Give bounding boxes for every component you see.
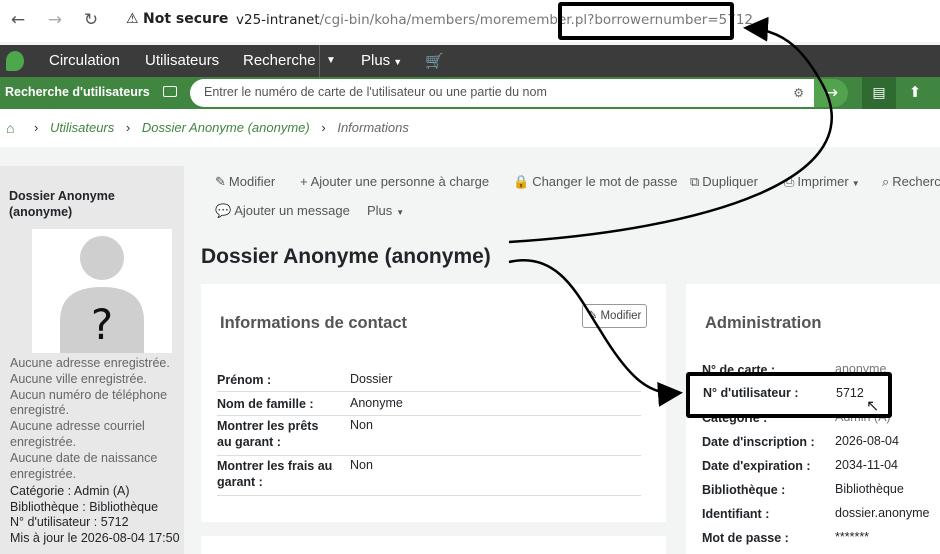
arrow-title-to-url [508, 16, 833, 244]
arrow-title-to-borrowernumber [508, 258, 683, 407]
annotation-arrows [508, 16, 833, 407]
